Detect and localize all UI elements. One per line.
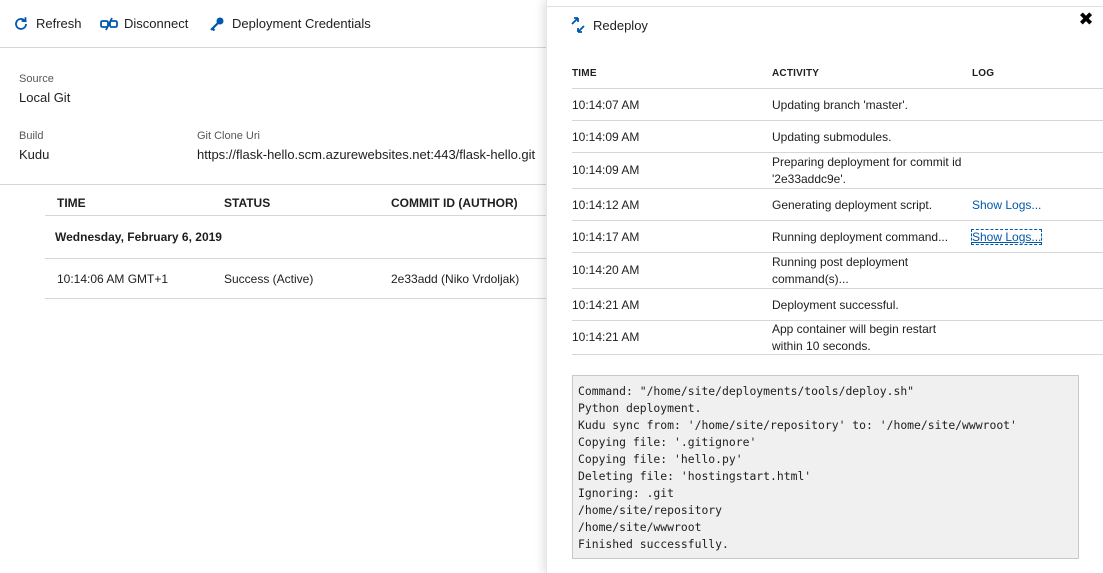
log-activity: Deployment successful.	[772, 298, 899, 312]
redeploy-label: Redeploy	[593, 17, 648, 33]
source-label: Source	[19, 73, 54, 85]
log-time: 10:14:07 AM	[572, 98, 640, 112]
log-time: 10:14:17 AM	[572, 230, 640, 244]
deployment-status: Success (Active)	[224, 272, 314, 286]
console-line: Ignoring: .git	[578, 486, 675, 500]
git-clone-uri-label: Git Clone Uri	[197, 130, 260, 142]
build-value: Kudu	[19, 147, 50, 162]
key-icon	[208, 15, 226, 33]
deployment-credentials-button[interactable]: Deployment Credentials	[208, 0, 371, 48]
console-line: Python deployment.	[578, 401, 702, 415]
row-divider	[45, 258, 546, 259]
disconnect-icon	[100, 15, 118, 33]
deployment-time: 10:14:06 AM GMT+1	[57, 272, 169, 286]
console-line: Copying file: '.gitignore'	[578, 435, 757, 449]
console-line: Finished successfully.	[578, 537, 729, 551]
log-row: 10:14:09 AM Preparing deployment for com…	[572, 153, 1103, 189]
log-column-header-activity: ACTIVITY	[772, 68, 820, 79]
log-activity: Updating branch 'master'.	[772, 98, 908, 112]
console-line: /home/site/repository	[578, 503, 723, 517]
deployment-credentials-label: Deployment Credentials	[232, 16, 371, 31]
column-header-status[interactable]: STATUS	[224, 196, 270, 210]
console-line: Copying file: 'hello.py'	[578, 452, 743, 466]
log-time: 10:14:21 AM	[572, 330, 640, 344]
build-label: Build	[19, 130, 44, 142]
deployment-log-panel: Redeploy ✖ TIME ACTIVITY LOG 10:14:07 AM…	[546, 0, 1103, 573]
log-time: 10:14:20 AM	[572, 263, 640, 277]
log-row: 10:14:17 AM Running deployment command..…	[572, 221, 1103, 253]
log-row: 10:14:07 AM Updating branch 'master'.	[572, 89, 1103, 121]
show-logs-link[interactable]: Show Logs...	[970, 229, 1043, 245]
console-line: Deleting file: 'hostingstart.html'	[578, 469, 812, 483]
log-row: 10:14:21 AM Deployment successful.	[572, 289, 1103, 321]
column-header-time[interactable]: TIME	[57, 196, 86, 210]
log-time: 10:14:21 AM	[572, 298, 640, 312]
redeploy-button[interactable]: Redeploy	[569, 16, 648, 34]
console-line: Kudu sync from: '/home/site/repository' …	[578, 418, 1017, 432]
log-activity: Running post deployment command(s)...	[772, 255, 909, 286]
source-value: Local Git	[19, 90, 71, 105]
refresh-label: Refresh	[36, 16, 82, 31]
log-time: 10:14:12 AM	[572, 198, 640, 212]
console-line: Command: "/home/site/deployments/tools/d…	[578, 384, 915, 398]
log-row: 10:14:12 AM Generating deployment script…	[572, 189, 1103, 221]
disconnect-button[interactable]: Disconnect	[100, 0, 188, 48]
close-icon[interactable]: ✖	[1077, 10, 1095, 28]
disconnect-label: Disconnect	[124, 16, 189, 31]
log-activity: Running deployment command...	[772, 230, 949, 244]
console-line: /home/site/wwwroot	[578, 520, 702, 534]
log-row: 10:14:09 AM Updating submodules.	[572, 121, 1103, 153]
log-row: 10:14:20 AM Running post deployment comm…	[572, 253, 1103, 289]
refresh-button[interactable]: Refresh	[12, 0, 82, 48]
log-time: 10:14:09 AM	[572, 130, 640, 144]
refresh-icon	[12, 15, 30, 33]
log-time: 10:14:09 AM	[572, 163, 640, 177]
deployment-center-main: Refresh Disconnect Deployment Credential…	[0, 0, 546, 573]
log-column-header-time: TIME	[572, 68, 597, 79]
toolbar: Refresh Disconnect Deployment Credential…	[0, 0, 546, 48]
date-group-header: Wednesday, February 6, 2019	[55, 230, 222, 244]
show-logs-link[interactable]: Show Logs...	[972, 198, 1041, 212]
section-divider	[0, 184, 546, 185]
log-activity: App container will begin restart within …	[772, 322, 937, 353]
log-output-console[interactable]: Command: "/home/site/deployments/tools/d…	[572, 375, 1079, 559]
deployment-commit: 2e33add (Niko Vrdoljak)	[391, 272, 520, 286]
git-clone-uri-value[interactable]: https://flask-hello.scm.azurewebsites.ne…	[197, 147, 535, 162]
table-header-divider	[45, 215, 546, 216]
log-row: 10:14:21 AM App container will begin res…	[572, 321, 1103, 355]
row-divider	[45, 298, 546, 299]
panel-top-border	[547, 6, 1103, 7]
column-header-commit[interactable]: COMMIT ID (AUTHOR)	[391, 196, 518, 210]
log-activity: Generating deployment script.	[772, 198, 933, 212]
log-column-header-log: LOG	[972, 68, 995, 79]
log-activity: Updating submodules.	[772, 130, 892, 144]
redeploy-icon	[569, 16, 587, 34]
log-activity: Preparing deployment for commit id '2e33…	[772, 155, 962, 186]
